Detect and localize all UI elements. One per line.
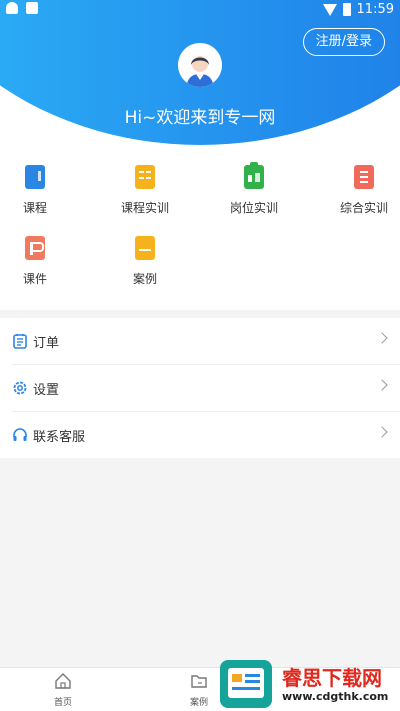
order-icon: [13, 334, 27, 349]
nav-item-label: 首页: [53, 698, 72, 708]
grid-item-courseware[interactable]: 课件: [0, 236, 85, 287]
job-training-icon: [244, 162, 264, 189]
wifi-icon: [322, 3, 337, 16]
folder-icon: [191, 675, 207, 688]
grid-item-job-training[interactable]: 岗位实训: [204, 162, 304, 216]
grid-item-label: 案例: [132, 272, 157, 286]
grid-item-course-training[interactable]: 课程实训: [95, 165, 195, 216]
grid-item-label: 课程实训: [120, 201, 169, 215]
notification-icon: [6, 2, 18, 14]
chevron-right-icon: [376, 379, 388, 391]
menu-item-order[interactable]: 订单: [0, 318, 400, 364]
headset-icon: [13, 428, 27, 441]
course-icon: [25, 165, 45, 189]
grid-item-label: 综合实训: [339, 201, 388, 215]
menu-item-customer-service[interactable]: 联系客服: [0, 412, 400, 458]
grid-item-label: 课件: [22, 272, 47, 286]
app-notification-icon: [26, 2, 38, 14]
avatar[interactable]: [178, 43, 222, 87]
course-training-icon: [135, 165, 155, 189]
menu-item-label: 设置: [33, 383, 60, 398]
watermark-logo: [220, 660, 272, 708]
case-icon: [135, 236, 155, 260]
grid-item-label: 岗位实训: [229, 201, 278, 215]
grid-item-case[interactable]: 案例: [95, 236, 195, 287]
status-time: 11:59: [356, 2, 394, 17]
battery-icon: [342, 3, 351, 16]
chevron-right-icon: [376, 332, 388, 344]
watermark-title: 睿思下载网: [282, 666, 382, 690]
register-login-button[interactable]: 注册/登录: [302, 28, 385, 56]
grid-item-label: 课程: [22, 201, 47, 215]
settings-menu: 订单 设置 联系客服: [0, 318, 400, 458]
nav-item-home[interactable]: 首页: [33, 672, 93, 708]
settings-icon: [13, 381, 27, 395]
menu-item-settings[interactable]: 设置: [0, 365, 400, 411]
menu-item-label: 联系客服: [33, 430, 86, 445]
welcome-greeting: Hi~欢迎来到专一网: [124, 108, 276, 128]
watermark-url: www.cdgthk.com: [282, 690, 389, 703]
chevron-right-icon: [376, 426, 388, 438]
grid-item-course[interactable]: 课程: [0, 165, 85, 216]
comprehensive-training-icon: [354, 165, 374, 189]
menu-item-label: 订单: [33, 336, 60, 351]
feature-grid: 课程 课程实训 岗位实训 综合实训 课件 案例: [0, 150, 400, 310]
home-icon: [55, 673, 71, 689]
status-bar: 11:59: [0, 0, 400, 20]
grid-item-comprehensive-training[interactable]: 综合实训: [314, 165, 400, 216]
courseware-icon: [25, 236, 45, 260]
site-watermark: 睿思下载网 www.cdgthk.com: [220, 658, 400, 710]
profile-header: 11:59 注册/登录 Hi~欢迎来到专一网: [0, 0, 400, 150]
